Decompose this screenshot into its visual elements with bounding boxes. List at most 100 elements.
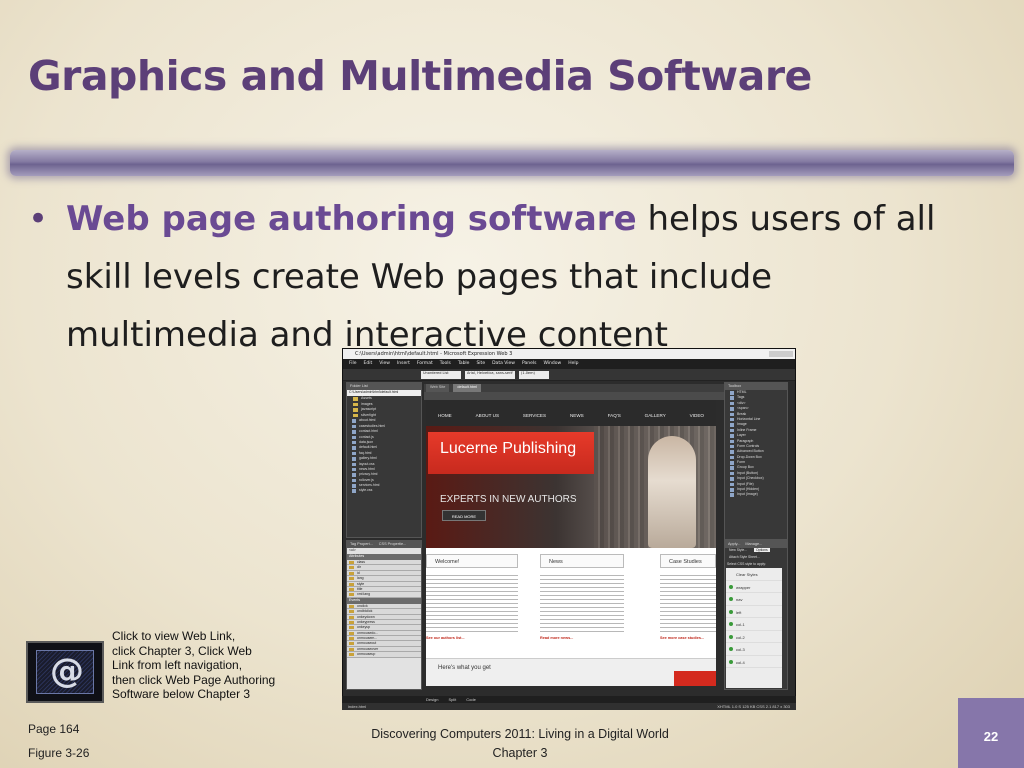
menu-help[interactable]: Help (568, 361, 578, 369)
bullet-term: Web page authoring software (66, 199, 637, 239)
nav-services[interactable]: SERVICES (523, 413, 546, 418)
nav-about[interactable]: ABOUT US (476, 413, 499, 418)
tab-web-site[interactable]: Web Site (426, 384, 450, 392)
quick-tag-bar (424, 392, 724, 400)
bullet-point: • Web page authoring software helps user… (28, 190, 968, 364)
toolbox-item[interactable]: Input (Image) (725, 492, 787, 498)
slide-footer: Discovering Computers 2011: Living in a … (332, 725, 708, 763)
news-heading: News (540, 554, 624, 568)
case-studies-column: Case Studies See more case studies... (660, 554, 716, 654)
clear-styles[interactable]: Clear Styles (726, 568, 782, 581)
editor-tabs: Web Site default.html (424, 384, 724, 392)
menu-site[interactable]: Site (476, 361, 485, 369)
web-link-icon[interactable]: @ (26, 641, 104, 703)
attribute-name: lang (357, 576, 364, 581)
site-nav: HOME ABOUT US SERVICES NEWS FAQ'S GALLER… (426, 400, 716, 426)
event-name: onkeydown (357, 614, 375, 619)
event-name: onkeypress (357, 619, 375, 624)
status-bar: Design Split Code index.html XHTML 1.0 S… (342, 696, 796, 710)
nav-faqs[interactable]: FAQ'S (608, 413, 621, 418)
css-style-item[interactable]: col-2 (726, 631, 782, 643)
hero-banner: Lucerne Publishing EXPERTS IN NEW AUTHOR… (426, 426, 716, 548)
css-style-item[interactable]: wrapper (726, 581, 782, 593)
status-right: XHTML 1.0 S 125 KB CSS 2.1 817 x 303 (717, 704, 790, 709)
css-style-item[interactable]: nav (726, 593, 782, 606)
menu-window[interactable]: Window (543, 361, 561, 369)
welcome-heading: Welcome! (426, 554, 518, 568)
read-more-button[interactable]: READ MORE (442, 510, 486, 521)
view-split[interactable]: Split (448, 697, 456, 702)
attach-style-link[interactable]: Attach Style Sheet... (725, 555, 787, 562)
menu-tools[interactable]: Tools (440, 361, 451, 369)
size-dropdown[interactable]: (1.0em) (519, 371, 549, 379)
menu-panels[interactable]: Panels (522, 361, 536, 369)
page-reference: Page 164 (28, 722, 80, 736)
nav-video[interactable]: VIDEO (690, 413, 704, 418)
window-controls-icon[interactable] (769, 351, 793, 357)
event-name: ondblclick (357, 609, 373, 614)
menu-file[interactable]: File (349, 361, 357, 369)
menu-insert[interactable]: Insert (397, 361, 410, 369)
authors-link[interactable]: See our authors list... (426, 636, 518, 640)
new-style-link[interactable]: New Style... (729, 548, 747, 552)
welcome-text (426, 572, 518, 632)
note-line: Click to view Web Link, (112, 629, 236, 643)
folder-list-pane: Folder List C:\Users\admin\html\default.… (346, 382, 422, 538)
news-text (540, 572, 624, 632)
menu-table[interactable]: Table (458, 361, 470, 369)
nav-home[interactable]: HOME (438, 413, 452, 418)
menu-format[interactable]: Format (417, 361, 433, 369)
menu-data-view[interactable]: Data View (492, 361, 515, 369)
attribute-row[interactable]: xml:lang (347, 592, 421, 598)
brand-name: Lucerne Publishing (440, 440, 577, 457)
bullet-dot-icon: • (28, 199, 49, 239)
css-style-list: Clear Styles wrapper nav left col-1 col-… (726, 568, 782, 688)
event-name: onmouseout (357, 641, 377, 646)
css-style-item[interactable]: col-4 (726, 656, 782, 668)
footer-chapter: Chapter 3 (492, 746, 548, 760)
tab-default-html[interactable]: default.html (453, 384, 481, 392)
event-row[interactable]: onmouseup (347, 652, 421, 658)
case-studies-link[interactable]: See more case studies... (660, 636, 716, 640)
attribute-name: id (357, 570, 360, 575)
view-tabs: Design Split Code (426, 696, 476, 702)
attribute-name: title (357, 586, 363, 591)
style-dropdown[interactable]: Unordered List (421, 371, 461, 379)
css-style-item[interactable]: left (726, 606, 782, 618)
menu-view[interactable]: View (379, 361, 390, 369)
page-preview: HOME ABOUT US SERVICES NEWS FAQ'S GALLER… (426, 400, 716, 686)
toolbox-title: Toolbox (725, 383, 787, 390)
figure-reference: Figure 3-26 (28, 746, 90, 760)
toolbox-pane: Toolbox HTML Tags <div> <span> Break Hor… (724, 382, 788, 540)
view-design[interactable]: Design (426, 697, 438, 702)
file-item[interactable]: style.css (347, 488, 421, 494)
nav-news[interactable]: NEWS (570, 413, 584, 418)
web-link-note: Click to view Web Link, click Chapter 3,… (112, 629, 352, 702)
view-code[interactable]: Code (466, 697, 476, 702)
font-dropdown[interactable]: Arial, Helvetica, sans-serif (465, 371, 515, 379)
apply-styles-tabs: Apply... Manage... (725, 541, 787, 548)
welcome-column: Welcome! See our authors list... (426, 554, 518, 654)
case-studies-text (660, 572, 716, 632)
css-style-item[interactable]: col-3 (726, 643, 782, 656)
menu-edit[interactable]: Edit (364, 361, 373, 369)
folder-list-title: Folder List (347, 383, 421, 390)
red-promo-block (674, 671, 716, 686)
status-left: index.html (348, 704, 367, 709)
at-sign-icon: @ (50, 651, 84, 691)
features-heading: Here's what you get (438, 665, 491, 671)
tab-css-properties[interactable]: CSS Propertie... (379, 542, 406, 548)
nav-gallery[interactable]: GALLERY (645, 413, 666, 418)
attribute-name: dir (357, 565, 361, 570)
note-line: Link from left navigation, (112, 658, 243, 672)
slide-number: 22 (958, 698, 1024, 768)
attribute-name: xml:lang (357, 592, 371, 597)
news-column: News Read more news... (540, 554, 624, 654)
new-style-row: New Style... Options (725, 548, 787, 555)
news-link[interactable]: Read more news... (540, 636, 624, 640)
options-button[interactable]: Options (754, 548, 770, 552)
features-section: Here's what you get (426, 658, 716, 686)
window-title-text: C:\Users\admin\html\default.html - Micro… (355, 351, 513, 357)
css-style-item[interactable]: col-1 (726, 618, 782, 631)
title-divider (10, 150, 1014, 176)
